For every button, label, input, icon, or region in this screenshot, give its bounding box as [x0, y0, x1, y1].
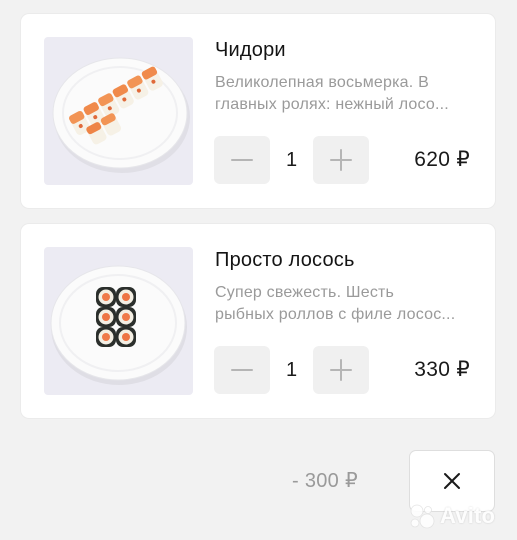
- quantity-value: 1: [285, 359, 298, 381]
- minus-icon: [231, 369, 253, 371]
- cart-item: Чидори Великолепная восьмерка. В главных…: [21, 14, 495, 208]
- sushi-rolls-salmon-icon: [52, 57, 190, 173]
- avito-logo-icon: [410, 504, 435, 529]
- item-title: Просто лосось: [215, 249, 355, 271]
- plus-icon: [330, 149, 352, 171]
- decrease-quantity-button[interactable]: [214, 346, 270, 394]
- item-description: Великолепная восьмерка. В главных ролях:…: [215, 72, 477, 116]
- item-description-line: Супер свежесть. Шесть: [215, 284, 395, 301]
- decrease-quantity-button[interactable]: [214, 136, 270, 184]
- item-description: Супер свежесть. Шесть рыбных роллов с фи…: [215, 282, 477, 326]
- minus-icon: [231, 159, 253, 161]
- product-image[interactable]: [44, 247, 193, 395]
- item-price: 330 ₽: [414, 358, 470, 381]
- avito-watermark: Avito: [408, 501, 495, 531]
- item-description-line: главных ролях: нежный лосо...: [215, 96, 449, 113]
- item-title: Чидори: [215, 39, 286, 61]
- product-image[interactable]: [44, 37, 193, 185]
- item-description-line: Великолепная восьмерка. В: [215, 74, 429, 91]
- item-description-line: рыбных роллов с филе лосос...: [215, 306, 456, 323]
- cart-item: Просто лосось Супер свежесть. Шесть рыбн…: [21, 224, 495, 418]
- sushi-maki-salmon-icon: [50, 265, 187, 385]
- item-price: 620 ₽: [414, 148, 470, 171]
- quantity-value: 1: [285, 149, 298, 171]
- plus-icon: [330, 359, 352, 381]
- discount-amount: - 300 ₽: [292, 470, 358, 492]
- increase-quantity-button[interactable]: [313, 346, 369, 394]
- watermark-text: Avito: [440, 503, 496, 528]
- increase-quantity-button[interactable]: [313, 136, 369, 184]
